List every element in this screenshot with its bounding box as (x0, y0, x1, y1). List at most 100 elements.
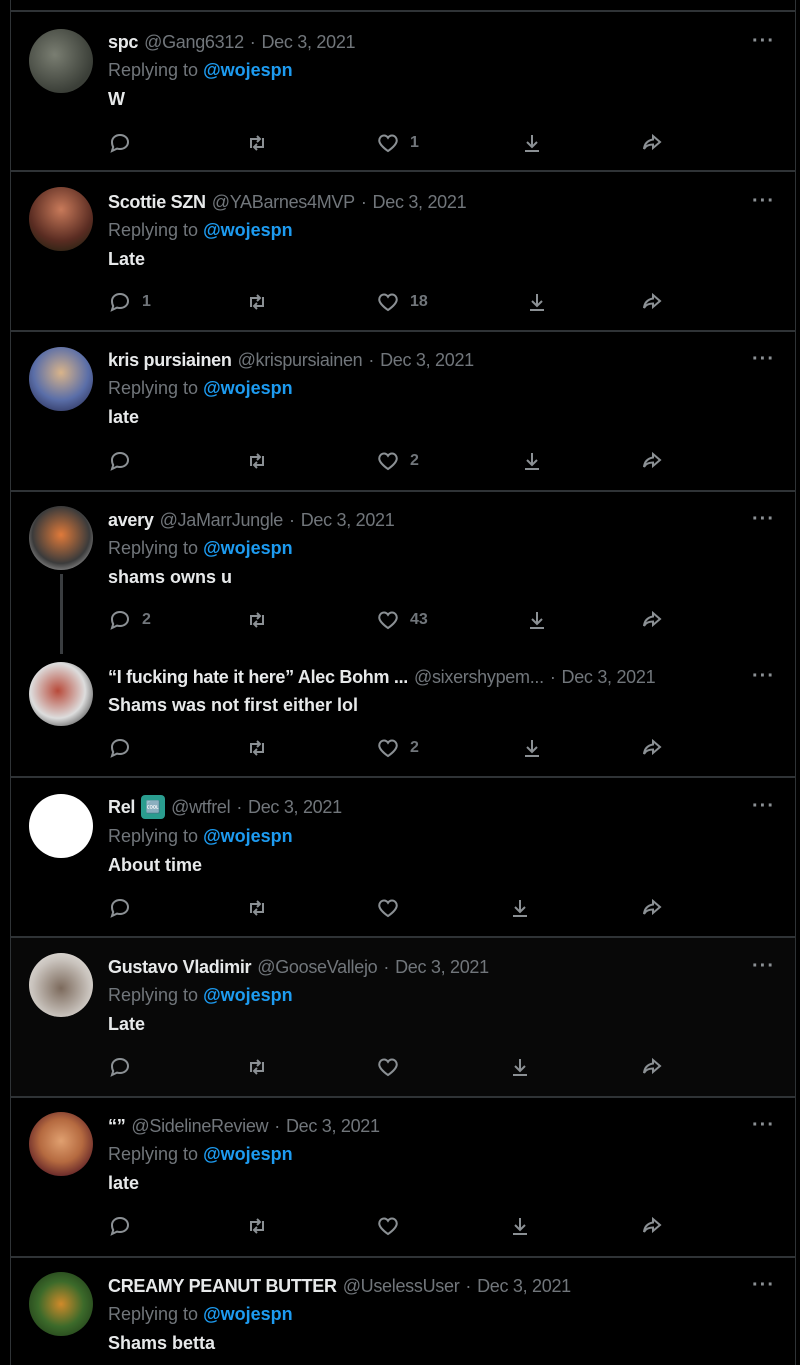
display-name[interactable]: Scottie SZN (108, 192, 206, 213)
reply-button[interactable] (108, 1052, 142, 1082)
retweet-button[interactable] (245, 1052, 269, 1082)
reply-button[interactable] (108, 446, 142, 476)
mention-link[interactable]: @wojespn (203, 378, 293, 398)
display-name[interactable]: CREAMY PEANUT BUTTER (108, 1276, 337, 1297)
display-name[interactable]: kris pursiainen (108, 350, 232, 371)
download-button[interactable] (525, 287, 549, 317)
retweet-button[interactable] (245, 128, 269, 158)
mention-link[interactable]: @wojespn (203, 1304, 293, 1324)
mention-link[interactable]: @wojespn (203, 60, 293, 80)
avatar[interactable] (29, 187, 93, 251)
avatar[interactable] (29, 1112, 93, 1176)
timestamp[interactable]: Dec 3, 2021 (248, 797, 342, 818)
reply-button[interactable] (108, 893, 142, 923)
display-name[interactable]: “I fucking hate it here” Alec Bohm ... (108, 667, 408, 688)
reply-button[interactable] (108, 733, 142, 763)
retweet-button[interactable] (245, 446, 269, 476)
mention-link[interactable]: @wojespn (203, 220, 293, 240)
handle[interactable]: @wtfrel (171, 797, 230, 818)
timestamp[interactable]: Dec 3, 2021 (261, 32, 355, 53)
more-options-button[interactable]: ··· (752, 348, 775, 371)
timestamp[interactable]: Dec 3, 2021 (562, 667, 656, 688)
like-button[interactable]: 2 (376, 446, 419, 476)
handle[interactable]: @sixershypem... (414, 667, 544, 688)
tweet[interactable]: kris pursiainen @krispursiainen · Dec 3,… (11, 332, 795, 492)
reply-button[interactable] (108, 1211, 142, 1241)
handle[interactable]: @YABarnes4MVP (212, 192, 355, 213)
mention-link[interactable]: @wojespn (203, 826, 293, 846)
mention-link[interactable]: @wojespn (203, 985, 293, 1005)
avatar[interactable] (29, 1272, 93, 1336)
tweet[interactable]: spc @Gang6312 · Dec 3, 2021 ··· Replying… (11, 12, 795, 172)
timestamp[interactable]: Dec 3, 2021 (380, 350, 474, 371)
like-button[interactable]: 1 (376, 128, 419, 158)
mention-link[interactable]: @wojespn (203, 1144, 293, 1164)
mention-link[interactable]: @wojespn (203, 538, 293, 558)
more-options-button[interactable]: ··· (752, 508, 775, 531)
handle[interactable]: @Gang6312 (144, 32, 244, 53)
timestamp[interactable]: Dec 3, 2021 (301, 510, 395, 531)
avatar[interactable] (29, 662, 93, 726)
handle[interactable]: @krispursiainen (238, 350, 363, 371)
download-button[interactable] (520, 446, 544, 476)
display-name[interactable]: Gustavo Vladimir (108, 957, 252, 978)
share-button[interactable] (640, 287, 664, 317)
share-button[interactable] (640, 128, 664, 158)
avatar[interactable] (29, 29, 93, 93)
like-button[interactable]: 2 (376, 733, 419, 763)
more-options-button[interactable]: ··· (752, 955, 775, 978)
reply-button[interactable]: 2 (108, 605, 151, 635)
more-options-button[interactable]: ··· (752, 30, 775, 53)
share-button[interactable] (640, 1052, 664, 1082)
like-button[interactable]: 43 (376, 605, 428, 635)
display-name[interactable]: spc (108, 32, 138, 53)
retweet-button[interactable] (245, 1211, 269, 1241)
more-options-button[interactable]: ··· (752, 1114, 775, 1137)
like-button[interactable]: 18 (376, 287, 428, 317)
share-button[interactable] (640, 605, 664, 635)
display-name[interactable]: “” (108, 1116, 126, 1137)
like-button[interactable] (376, 893, 410, 923)
reply-button[interactable] (108, 128, 142, 158)
handle[interactable]: @SidelineReview (131, 1116, 268, 1137)
tweet[interactable]: Gustavo Vladimir @GooseVallejo · Dec 3, … (11, 938, 795, 1098)
timestamp[interactable]: Dec 3, 2021 (395, 957, 489, 978)
like-button[interactable] (376, 1211, 410, 1241)
tweet[interactable]: “” @SidelineReview · Dec 3, 2021 ··· Rep… (11, 1098, 795, 1258)
share-button[interactable] (640, 733, 664, 763)
download-button[interactable] (508, 893, 532, 923)
reply-button[interactable]: 1 (108, 287, 151, 317)
download-button[interactable] (508, 1211, 532, 1241)
share-button[interactable] (640, 1211, 664, 1241)
retweet-button[interactable] (245, 287, 269, 317)
handle[interactable]: @UselessUser (343, 1276, 460, 1297)
like-button[interactable] (376, 1052, 410, 1082)
avatar[interactable] (29, 347, 93, 411)
timestamp[interactable]: Dec 3, 2021 (477, 1276, 571, 1297)
tweet[interactable]: Scottie SZN @YABarnes4MVP · Dec 3, 2021 … (11, 172, 795, 332)
avatar[interactable] (29, 953, 93, 1017)
tweet[interactable]: Rel 🆒 @wtfrel · Dec 3, 2021 ··· Replying… (11, 778, 795, 938)
display-name[interactable]: Rel (108, 797, 135, 818)
download-button[interactable] (508, 1052, 532, 1082)
more-options-button[interactable]: ··· (752, 190, 775, 213)
timestamp[interactable]: Dec 3, 2021 (373, 192, 467, 213)
share-button[interactable] (640, 893, 664, 923)
retweet-button[interactable] (245, 605, 269, 635)
avatar[interactable] (29, 794, 93, 858)
retweet-button[interactable] (245, 893, 269, 923)
more-options-button[interactable]: ··· (752, 665, 775, 688)
handle[interactable]: @GooseVallejo (257, 957, 377, 978)
download-button[interactable] (520, 733, 544, 763)
handle[interactable]: @JaMarrJungle (160, 510, 284, 531)
download-button[interactable] (520, 128, 544, 158)
share-button[interactable] (640, 446, 664, 476)
avatar[interactable] (29, 506, 93, 570)
more-options-button[interactable]: ··· (752, 1274, 775, 1297)
retweet-button[interactable] (245, 733, 269, 763)
tweet[interactable]: CREAMY PEANUT BUTTER @UselessUser · Dec … (11, 1258, 795, 1365)
download-button[interactable] (525, 605, 549, 635)
timestamp[interactable]: Dec 3, 2021 (286, 1116, 380, 1137)
more-options-button[interactable]: ··· (752, 795, 775, 818)
display-name[interactable]: avery (108, 510, 154, 531)
